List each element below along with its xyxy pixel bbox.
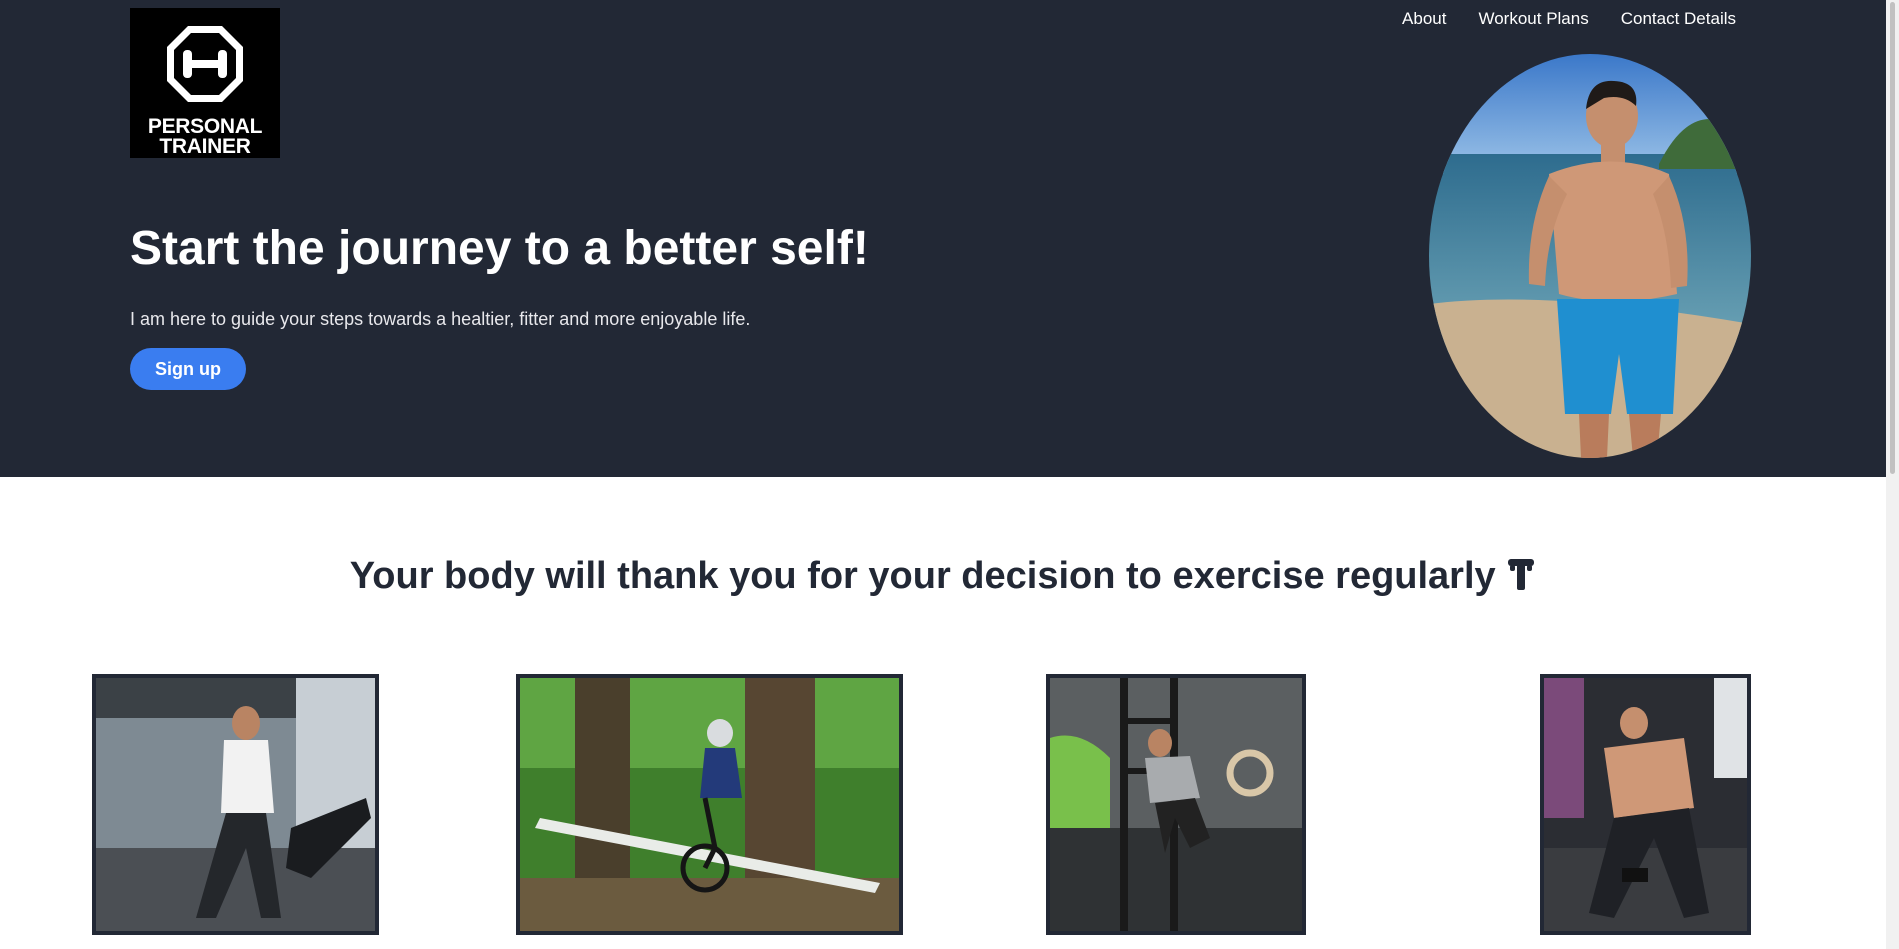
logo-text-line2: TRAINER: [159, 135, 251, 158]
nav-link-workout-plans[interactable]: Workout Plans: [1478, 8, 1588, 30]
hero-subtitle: I am here to guide your steps towards a …: [130, 309, 751, 329]
nav-link-about[interactable]: About: [1402, 8, 1446, 30]
hero-title: Start the journey to a better self!: [130, 222, 869, 275]
gallery-image-dumbbell-row: [1540, 674, 1751, 935]
dumbbell-octagon-icon: [167, 26, 243, 102]
page-scrollbar[interactable]: [1886, 0, 1899, 949]
kettlebell-icon: [1508, 559, 1535, 590]
gallery-image-gym-rings: [1046, 674, 1306, 935]
top-nav: About Workout Plans Contact Details: [1402, 8, 1736, 30]
gallery-image-treadmill: [92, 674, 379, 935]
gallery-image-mountain-bike: [516, 674, 903, 935]
section-title: Your body will thank you for your decisi…: [0, 548, 1886, 604]
sign-up-button[interactable]: Sign up: [130, 348, 246, 390]
hero-section: PERSONAL TRAINER About Workout Plans Con…: [0, 0, 1886, 477]
logo[interactable]: PERSONAL TRAINER: [130, 8, 280, 158]
scrollbar-thumb[interactable]: [1890, 2, 1895, 474]
trainer-portrait-image: [1429, 54, 1751, 458]
nav-link-contact-details[interactable]: Contact Details: [1621, 8, 1736, 30]
section-title-text: Your body will thank you for your decisi…: [349, 555, 1496, 597]
